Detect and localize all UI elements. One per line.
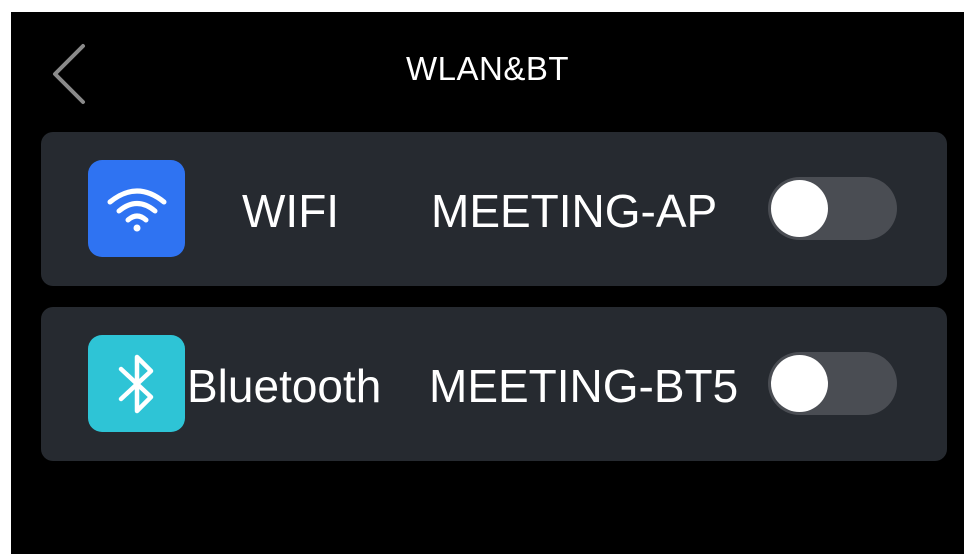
wlan-bt-screen: WLAN&BT WIFI MEETING-AP Bluetooth MEETIN… bbox=[11, 12, 964, 554]
bluetooth-toggle-knob bbox=[771, 355, 828, 412]
bluetooth-toggle[interactable] bbox=[768, 352, 897, 415]
wifi-icon bbox=[107, 188, 166, 231]
wifi-label: WIFI bbox=[242, 185, 340, 237]
wifi-card: WIFI MEETING-AP bbox=[41, 132, 947, 286]
bluetooth-card: Bluetooth MEETING-BT5 bbox=[41, 307, 947, 461]
wifi-toggle-knob bbox=[771, 180, 828, 237]
wifi-icon-tile bbox=[88, 160, 185, 257]
bluetooth-icon-tile bbox=[88, 335, 185, 432]
bluetooth-label: Bluetooth bbox=[187, 360, 382, 412]
bluetooth-device-name: MEETING-BT5 bbox=[429, 360, 739, 412]
wifi-toggle[interactable] bbox=[768, 177, 897, 240]
wifi-network-name: MEETING-AP bbox=[431, 185, 718, 237]
page-title: WLAN&BT bbox=[405, 50, 570, 87]
header: WLAN&BT bbox=[11, 12, 964, 127]
bluetooth-icon bbox=[118, 354, 153, 413]
